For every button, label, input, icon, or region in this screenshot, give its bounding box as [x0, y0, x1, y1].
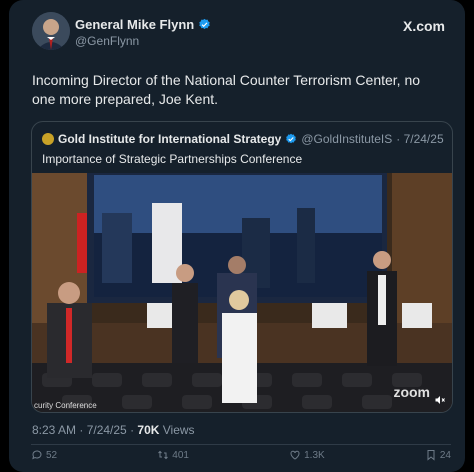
action-bar: 52 401 1.3K 24: [31, 449, 451, 461]
retweet-icon: [158, 450, 169, 460]
bookmark-icon: [427, 450, 435, 461]
quoted-text: Importance of Strategic Partnerships Con…: [42, 152, 303, 166]
quoted-post[interactable]: Gold Institute for International Strateg…: [31, 121, 453, 413]
author-handle[interactable]: @GenFlynn: [75, 34, 139, 48]
author-avatar[interactable]: [32, 12, 70, 50]
author-name-row: General Mike Flynn: [75, 17, 211, 32]
quoted-date: · 7/24/25: [396, 132, 444, 146]
post-time[interactable]: 8:23 AM · 7/24/25 ·: [32, 423, 137, 437]
verified-badge-icon: [286, 133, 297, 144]
avatar-image: [32, 12, 70, 50]
mute-icon[interactable]: [434, 394, 446, 406]
quoted-post-header: Gold Institute for International Strateg…: [42, 132, 444, 146]
bookmark-button[interactable]: 24: [425, 449, 451, 461]
reply-count: 52: [46, 449, 58, 461]
zoom-watermark: zoom: [393, 384, 430, 400]
retweet-count: 401: [172, 449, 189, 461]
video-frame: [32, 173, 452, 412]
divider: [31, 444, 451, 445]
tweet-text: Incoming Director of the National Counte…: [32, 72, 421, 107]
reply-button[interactable]: 52: [31, 449, 57, 461]
reply-icon: [32, 450, 42, 460]
source-site[interactable]: X.com: [403, 18, 445, 34]
author-name[interactable]: General Mike Flynn: [75, 17, 194, 32]
bookmark-count: 24: [439, 449, 451, 461]
video-player[interactable]: curity Conference zoom: [32, 173, 452, 412]
quoted-avatar-icon: [42, 133, 54, 145]
retweet-button[interactable]: 401: [157, 449, 189, 461]
post-meta: 8:23 AM · 7/24/25 · 70K Views: [32, 423, 195, 437]
like-button[interactable]: 1.3K: [289, 449, 325, 461]
source-site-label: X.com: [402, 18, 445, 34]
like-count: 1.3K: [304, 449, 325, 461]
quoted-author-name: Gold Institute for International Strateg…: [58, 132, 282, 146]
video-caption: curity Conference: [34, 401, 97, 410]
post-card: General Mike Flynn @GenFlynn X.com Incom…: [9, 0, 465, 472]
verified-badge-icon: [199, 18, 210, 30]
heart-icon: [290, 450, 300, 460]
quoted-author-handle: @GoldInstituteIS: [301, 132, 393, 146]
views-count: 70K: [137, 423, 160, 437]
views-label: Views: [159, 423, 195, 437]
